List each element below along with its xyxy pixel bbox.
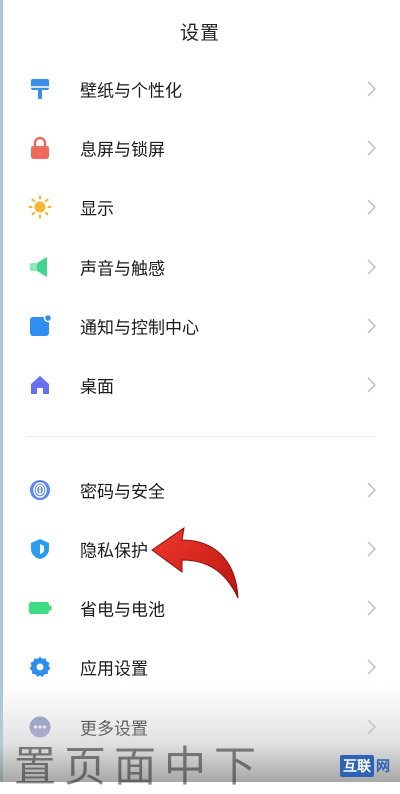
speaker-icon bbox=[30, 257, 47, 277]
chevron-right-icon bbox=[367, 541, 377, 557]
settings-item-label: 息屏与锁屏 bbox=[80, 140, 165, 161]
chevron-right-icon bbox=[367, 482, 377, 498]
settings-item-label: 密码与安全 bbox=[80, 482, 165, 503]
chevron-right-icon bbox=[367, 259, 377, 275]
chevron-right-icon bbox=[367, 199, 377, 215]
chevron-right-icon bbox=[367, 600, 377, 616]
notification-icon bbox=[30, 314, 52, 336]
chevron-right-icon bbox=[367, 140, 377, 156]
gear-icon bbox=[29, 656, 51, 677]
fingerprint-icon bbox=[30, 480, 50, 500]
settings-item-label: 应用设置 bbox=[80, 659, 148, 680]
settings-item-wallpaper[interactable]: 壁纸与个性化 bbox=[0, 60, 400, 118]
watermark-logo: 互联 网 bbox=[336, 754, 394, 778]
watermark-text: 网 bbox=[376, 759, 390, 775]
settings-item-app-settings[interactable]: 应用设置 bbox=[0, 638, 400, 696]
settings-item-display[interactable]: 显示 bbox=[0, 178, 400, 236]
settings-item-label: 显示 bbox=[80, 199, 114, 220]
settings-item-password-security[interactable]: 密码与安全 bbox=[0, 461, 400, 519]
chevron-right-icon bbox=[367, 377, 377, 393]
chevron-right-icon bbox=[367, 81, 377, 97]
settings-item-label: 通知与控制中心 bbox=[80, 318, 199, 339]
caption-overlay-text: 置页面中下 bbox=[14, 742, 265, 791]
settings-item-desktop[interactable]: 桌面 bbox=[0, 356, 400, 414]
chevron-right-icon bbox=[367, 659, 377, 675]
paintbrush-icon bbox=[31, 79, 49, 99]
red-arrow-annotation bbox=[151, 526, 239, 599]
battery-icon bbox=[29, 602, 52, 614]
privacy-shield-icon bbox=[31, 539, 49, 559]
settings-item-label: 隐私保护 bbox=[80, 541, 148, 562]
settings-item-label: 桌面 bbox=[80, 377, 114, 398]
settings-item-lockscreen[interactable]: 息屏与锁屏 bbox=[0, 119, 400, 177]
settings-item-label: 壁纸与个性化 bbox=[80, 81, 182, 102]
section-divider bbox=[28, 436, 374, 437]
watermark-box-text: 互联 bbox=[340, 755, 374, 777]
chevron-right-icon bbox=[367, 318, 377, 334]
chevron-right-icon bbox=[367, 719, 377, 735]
settings-item-notifications[interactable]: 通知与控制中心 bbox=[0, 297, 400, 355]
sun-icon bbox=[28, 195, 52, 219]
lock-icon bbox=[31, 136, 49, 159]
settings-item-label: 声音与触感 bbox=[80, 259, 165, 280]
home-icon bbox=[31, 376, 49, 394]
settings-item-sound[interactable]: 声音与触感 bbox=[0, 238, 400, 296]
page-title: 设置 bbox=[179, 22, 220, 44]
